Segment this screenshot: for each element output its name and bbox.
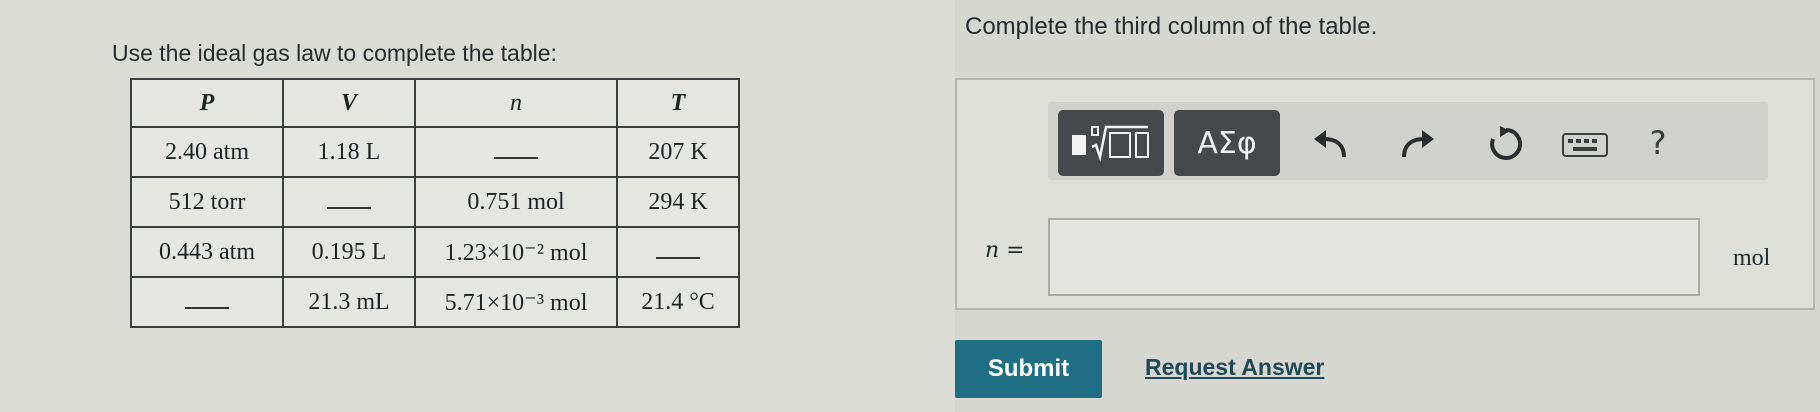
help-button[interactable]: ? xyxy=(1638,118,1678,168)
table-cell-blank xyxy=(616,226,740,278)
table-cell: 294 K xyxy=(616,176,740,228)
table-cell: 0.195 L xyxy=(282,226,416,278)
undo-icon xyxy=(1314,130,1346,158)
keyboard-button[interactable] xyxy=(1560,128,1610,162)
blank-line xyxy=(327,195,371,209)
redo-button[interactable] xyxy=(1396,124,1440,164)
question-instruction: Use the ideal gas law to complete the ta… xyxy=(112,40,557,66)
table-cell: 5.71×10⁻³ mol xyxy=(414,276,618,328)
header-temperature: T xyxy=(616,78,740,128)
blank-line xyxy=(656,245,700,259)
blank-line xyxy=(185,295,229,309)
table-cell: 512 torr xyxy=(130,176,284,228)
table-cell: 21.3 mL xyxy=(282,276,416,328)
table-cell: 0.751 mol xyxy=(414,176,618,228)
reset-icon xyxy=(1490,126,1523,160)
symbols-button[interactable]: ΑΣφ xyxy=(1174,110,1280,176)
answer-input[interactable] xyxy=(1048,218,1700,296)
table-cell: 1.18 L xyxy=(282,126,416,178)
reset-button[interactable] xyxy=(1484,122,1528,166)
header-pressure: P xyxy=(130,78,284,128)
table-row: 2.40 atm 1.18 L 207 K xyxy=(130,126,740,178)
table-row: 21.3 mL 5.71×10⁻³ mol 21.4 °C xyxy=(130,276,740,328)
table-cell: 21.4 °C xyxy=(616,276,740,328)
undo-button[interactable] xyxy=(1308,124,1352,164)
templates-icon xyxy=(1072,125,1149,162)
answer-variable-label: n = xyxy=(985,238,1025,263)
table-cell: 0.443 atm xyxy=(130,226,284,278)
table-cell: 1.23×10⁻² mol xyxy=(414,226,618,278)
redo-icon xyxy=(1402,130,1434,158)
header-volume: V xyxy=(282,78,416,128)
templates-button[interactable] xyxy=(1058,110,1164,176)
request-answer-link[interactable]: Request Answer xyxy=(1145,354,1324,381)
table-cell-blank xyxy=(414,126,618,178)
blank-line xyxy=(494,145,538,159)
table-row: 0.443 atm 0.195 L 1.23×10⁻² mol xyxy=(130,226,740,278)
answer-unit: mol xyxy=(1733,245,1771,271)
table-cell-blank xyxy=(130,276,284,328)
part-instruction: Complete the third column of the table. xyxy=(965,13,1378,40)
table-cell: 2.40 atm xyxy=(130,126,284,178)
table-header-row: P V n T xyxy=(130,78,740,128)
table-cell-blank xyxy=(282,176,416,228)
ideal-gas-table: P V n T 2.40 atm 1.18 L 207 K 512 torr 0… xyxy=(130,78,740,328)
table-cell: 207 K xyxy=(616,126,740,178)
keyboard-icon xyxy=(1562,133,1608,157)
header-moles: n xyxy=(414,78,618,128)
table-row: 512 torr 0.751 mol 294 K xyxy=(130,176,740,228)
submit-button[interactable]: Submit xyxy=(955,340,1102,398)
